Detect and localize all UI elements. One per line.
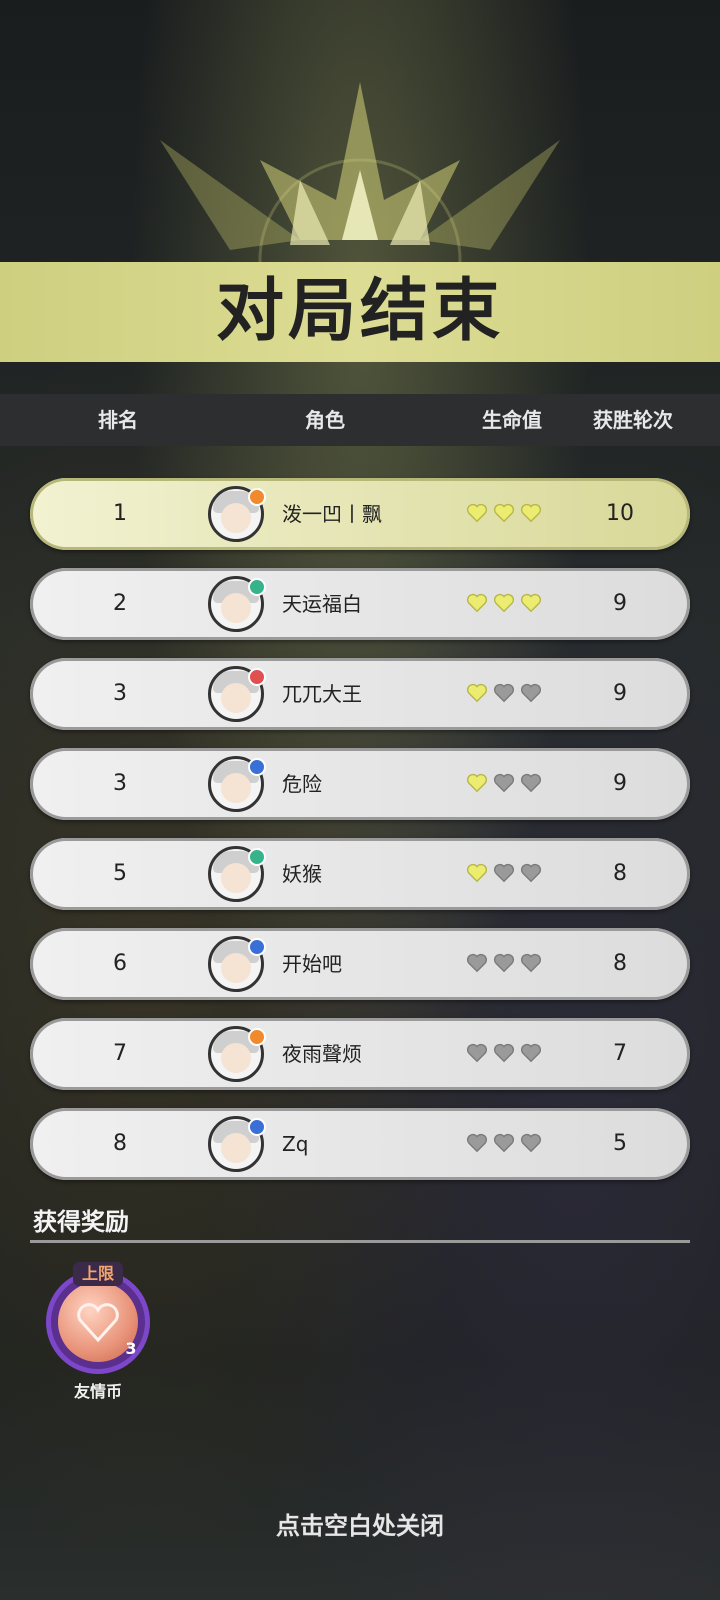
health-hearts xyxy=(466,502,547,526)
heart-empty-icon xyxy=(493,952,515,974)
heart-empty-icon xyxy=(493,682,515,704)
health-hearts xyxy=(466,682,547,706)
heart-filled-icon xyxy=(466,772,488,794)
heart-empty-icon xyxy=(466,952,488,974)
heart-empty-icon xyxy=(520,682,542,704)
ranking-row[interactable]: 7 夜雨聲烦 7 xyxy=(30,1018,690,1090)
heart-filled-icon xyxy=(466,502,488,524)
rank-number: 1 xyxy=(113,501,127,526)
reward-limit-badge: 上限 xyxy=(73,1262,123,1286)
heart-empty-icon xyxy=(466,1042,488,1064)
ranking-row[interactable]: 5 妖猴 8 xyxy=(30,838,690,910)
player-name: 危险 xyxy=(282,772,322,796)
rank-number: 7 xyxy=(113,1041,127,1066)
element-badge-icon xyxy=(248,1028,266,1046)
wins-count: 8 xyxy=(613,951,627,976)
rewards-divider xyxy=(30,1240,690,1243)
table-header: 排名 角色 生命值 获胜轮次 xyxy=(0,394,720,446)
heart-filled-icon xyxy=(466,682,488,704)
wins-count: 9 xyxy=(613,591,627,616)
heart-filled-icon xyxy=(493,592,515,614)
element-badge-icon xyxy=(248,848,266,866)
header-health: 生命值 xyxy=(482,408,542,432)
ranking-row[interactable]: 3 危险 9 xyxy=(30,748,690,820)
rank-number: 6 xyxy=(113,951,127,976)
wins-count: 10 xyxy=(606,501,634,526)
heart-filled-icon xyxy=(520,592,542,614)
element-badge-icon xyxy=(248,668,266,686)
ranking-row[interactable]: 2 天运福白 9 xyxy=(30,568,690,640)
wins-count: 9 xyxy=(613,681,627,706)
health-hearts xyxy=(466,1042,547,1066)
element-badge-icon xyxy=(248,938,266,956)
heart-empty-icon xyxy=(493,1132,515,1154)
player-name: 兀兀大王 xyxy=(282,682,362,706)
heart-empty-icon xyxy=(520,1042,542,1064)
rewards-title: 获得奖励 xyxy=(33,1208,129,1236)
element-badge-icon xyxy=(248,488,266,506)
heart-filled-icon xyxy=(466,862,488,884)
wins-count: 7 xyxy=(613,1041,627,1066)
heart-empty-icon xyxy=(493,862,515,884)
player-name: Zq xyxy=(282,1132,309,1156)
health-hearts xyxy=(466,1132,547,1156)
health-hearts xyxy=(466,862,547,886)
heart-empty-icon xyxy=(493,1042,515,1064)
heart-filled-icon xyxy=(520,502,542,524)
ranking-row[interactable]: 8 Zq 5 xyxy=(30,1108,690,1180)
heart-empty-icon xyxy=(520,772,542,794)
element-badge-icon xyxy=(248,758,266,776)
health-hearts xyxy=(466,592,547,616)
rank-number: 8 xyxy=(113,1131,127,1156)
player-name: 妖猴 xyxy=(282,862,322,886)
rank-number: 3 xyxy=(113,771,127,796)
reward-name: 友情币 xyxy=(73,1382,122,1401)
heart-empty-icon xyxy=(466,1132,488,1154)
rank-number: 5 xyxy=(113,861,127,886)
element-badge-icon xyxy=(248,578,266,596)
header-character: 角色 xyxy=(305,408,345,432)
heart-empty-icon xyxy=(520,862,542,884)
ranking-row[interactable]: 1 泼一凹丨飘 10 xyxy=(30,478,690,550)
close-hint[interactable]: 点击空白处关闭 xyxy=(0,1506,720,1541)
player-name: 天运福白 xyxy=(282,592,362,616)
heart-filled-icon xyxy=(466,592,488,614)
ranking-row[interactable]: 3 兀兀大王 9 xyxy=(30,658,690,730)
header-rank: 排名 xyxy=(98,408,138,432)
rank-number: 2 xyxy=(113,591,127,616)
ranking-row[interactable]: 6 开始吧 8 xyxy=(30,928,690,1000)
wins-count: 9 xyxy=(613,771,627,796)
page-title: 对局结束 xyxy=(215,272,504,351)
heart-empty-icon xyxy=(520,1132,542,1154)
wins-count: 8 xyxy=(613,861,627,886)
player-name: 开始吧 xyxy=(282,952,342,976)
health-hearts xyxy=(466,952,547,976)
heart-filled-icon xyxy=(493,502,515,524)
ranking-list: 1 泼一凹丨飘 10 2 天运福白 9 3 兀兀大王 9 3 危险 9 5 妖猴 8 6 开始吧 8 7 夜雨聲烦 7 8… xyxy=(30,478,690,1198)
reward-count: 3 xyxy=(125,1339,137,1358)
heart-empty-icon xyxy=(493,772,515,794)
player-name: 夜雨聲烦 xyxy=(282,1042,362,1066)
rank-number: 3 xyxy=(113,681,127,706)
heart-empty-icon xyxy=(520,952,542,974)
player-name: 泼一凹丨飘 xyxy=(282,502,382,526)
heart-emblem-icon xyxy=(77,1303,119,1342)
health-hearts xyxy=(466,772,547,796)
wins-count: 5 xyxy=(613,1131,627,1156)
element-badge-icon xyxy=(248,1118,266,1136)
header-wins: 获胜轮次 xyxy=(593,408,673,432)
